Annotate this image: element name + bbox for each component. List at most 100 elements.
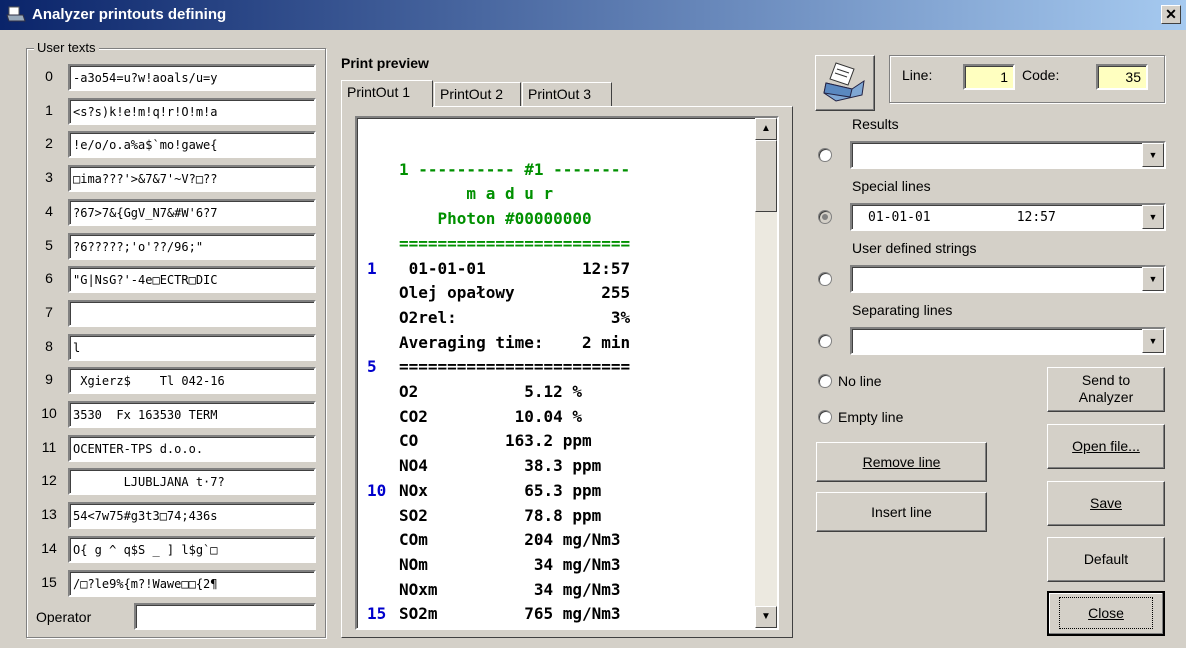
title-bar: Analyzer printouts defining ✕ [0,0,1186,30]
user-text-number: 7 [45,303,53,320]
preview-line: ======================== [357,233,757,255]
tab-printout-2[interactable]: PrintOut 2 [434,82,521,106]
preview-text: ======================== [399,233,631,253]
send-label-1: Send to [1081,372,1131,388]
preview-line: NOxm 34 mg/Nm3 [357,579,757,601]
special-lines-combo[interactable]: 01-01-01 12:57 ▼ [850,203,1166,231]
printer-icon [823,62,865,102]
preview-line: O2 5.12 % [357,381,757,403]
window-title: Analyzer printouts defining [32,6,227,23]
no-line-label[interactable]: No line [838,373,882,389]
user-strings-combo[interactable]: ▼ [850,265,1166,293]
separating-lines-radio[interactable] [818,334,832,348]
user-text-field[interactable]: 3530 Fx 163530 TERM [68,401,316,428]
preview-line: 5 ======================== [357,356,757,378]
user-text-number: 2 [45,135,53,152]
user-text-number: 3 [45,169,53,186]
user-text-number: 15 [41,573,57,590]
results-label: Results [852,116,899,132]
preview-text: O2 5.12 % [399,382,583,401]
user-strings-radio[interactable] [818,272,832,286]
user-text-number: 5 [45,236,53,253]
user-text-number: 4 [45,202,53,219]
preview-line: 1 ---------- #1 -------- [357,159,757,181]
user-text-field[interactable]: ?67>7&{GgV_N7&#W'6?7 [68,198,316,226]
user-text-field[interactable]: □ima???'>&7&7'~V?□?? [68,165,316,193]
preview-text: ======================== [399,357,631,377]
empty-line-radio[interactable] [818,410,832,424]
preview-text: Photon #00000000 [399,209,592,229]
scroll-down-icon[interactable]: ▼ [755,606,777,628]
preview-line: 15 SO2m 765 mg/Nm3 [357,603,757,625]
preview-line: Photon #00000000 [357,208,757,230]
scroll-up-icon[interactable]: ▲ [755,118,777,140]
user-text-field[interactable]: l [68,333,316,361]
separating-lines-combo[interactable]: ▼ [850,327,1166,355]
tab-printout-3[interactable]: PrintOut 3 [522,82,612,106]
remove-line-button[interactable]: Remove line [816,442,987,482]
close-label: Close [1088,605,1124,621]
user-text-field[interactable]: !e/o/o.a%a$`mo!gawe{ [68,131,316,159]
open-file-button[interactable]: Open file... [1047,424,1165,469]
code-label: Code: [1022,67,1060,83]
line-number: 5 [367,357,377,377]
save-label: Save [1090,495,1122,511]
insert-line-button[interactable]: Insert line [816,492,987,532]
user-text-number: 13 [41,506,57,523]
user-text-field[interactable]: ?6?????;'o'??/96;" [68,232,316,260]
save-button[interactable]: Save [1047,481,1165,526]
preview-text: NO4 38.3 ppm [399,456,602,476]
preview-line: NO4 38.3 ppm [357,455,757,477]
user-text-field[interactable]: O{ g ^ q$S _ ] l$g`□ [68,535,316,563]
preview-text: NOxm 34 mg/Nm3 [399,579,621,599]
printer-button[interactable] [815,55,875,111]
chevron-down-icon[interactable]: ▼ [1142,205,1164,229]
default-button[interactable]: Default [1047,537,1165,582]
user-text-field[interactable]: OCENTER-TPS d.o.o. [68,434,316,462]
user-text-field[interactable]: "G|NsG?'-4e□ECTR□DIC [68,266,316,294]
code-field[interactable]: 35 [1096,64,1148,90]
scroll-thumb[interactable] [755,140,777,212]
preview-text: CO 163.2 ppm [399,431,592,451]
preview-text: NOx 65.3 ppm [399,480,602,500]
user-text-field[interactable]: LJUBLJANA t·7? [68,468,316,496]
user-text-number: 8 [45,337,53,354]
special-lines-radio[interactable] [818,210,832,224]
line-number: 10 [367,480,387,500]
insert-line-label: Insert line [871,504,932,520]
tab-printout-1[interactable]: PrintOut 1 [341,80,433,107]
send-to-analyzer-button[interactable]: Send to Analyzer [1047,367,1165,412]
results-combo[interactable]: ▼ [850,141,1166,169]
preview-line: CO2 10.04 % [357,406,757,428]
window-close-button[interactable]: ✕ [1161,5,1181,24]
open-file-label: Open file... [1072,438,1140,454]
preview-text: Averaging time: 2 min [399,332,631,352]
preview-line: m a d u r [357,183,757,205]
user-text-field[interactable] [68,299,316,327]
preview-scrollbar[interactable]: ▲ ▼ [755,118,777,628]
no-line-radio[interactable] [818,374,832,388]
chevron-down-icon[interactable]: ▼ [1142,329,1164,353]
chevron-down-icon[interactable]: ▼ [1142,267,1164,291]
operator-field[interactable] [134,603,316,630]
user-text-field[interactable]: /□?le9%{m?!Wawe□□{2¶ [68,569,316,597]
default-label: Default [1083,551,1129,567]
results-radio[interactable] [818,148,832,162]
chevron-down-icon[interactable]: ▼ [1142,143,1164,167]
send-label-2: Analyzer [1078,389,1134,405]
line-field[interactable]: 1 [963,64,1015,90]
empty-line-label[interactable]: Empty line [838,409,903,425]
line-label: Line: [902,67,933,83]
print-preview-label: Print preview [341,55,429,71]
user-text-number: 6 [45,270,53,287]
user-text-field[interactable]: <s?s)k!e!m!q!r!O!m!a [68,97,316,125]
user-text-field[interactable]: Xgierz$ Tl 042-16 [68,367,316,395]
close-button[interactable]: Close [1047,591,1165,636]
preview-line: Olej opałowy 255 [357,282,757,304]
user-text-number: 9 [45,371,53,388]
preview-text: m a d u r [399,184,554,204]
preview-line: SO2 78.8 ppm [357,505,757,527]
user-text-field[interactable]: -a3o54=u?w!aoals/u=y [68,64,316,91]
user-text-field[interactable]: 54<7w75#g3t3□74;436s [68,502,316,530]
preview-text: SO2m 765 mg/Nm3 [399,604,621,624]
